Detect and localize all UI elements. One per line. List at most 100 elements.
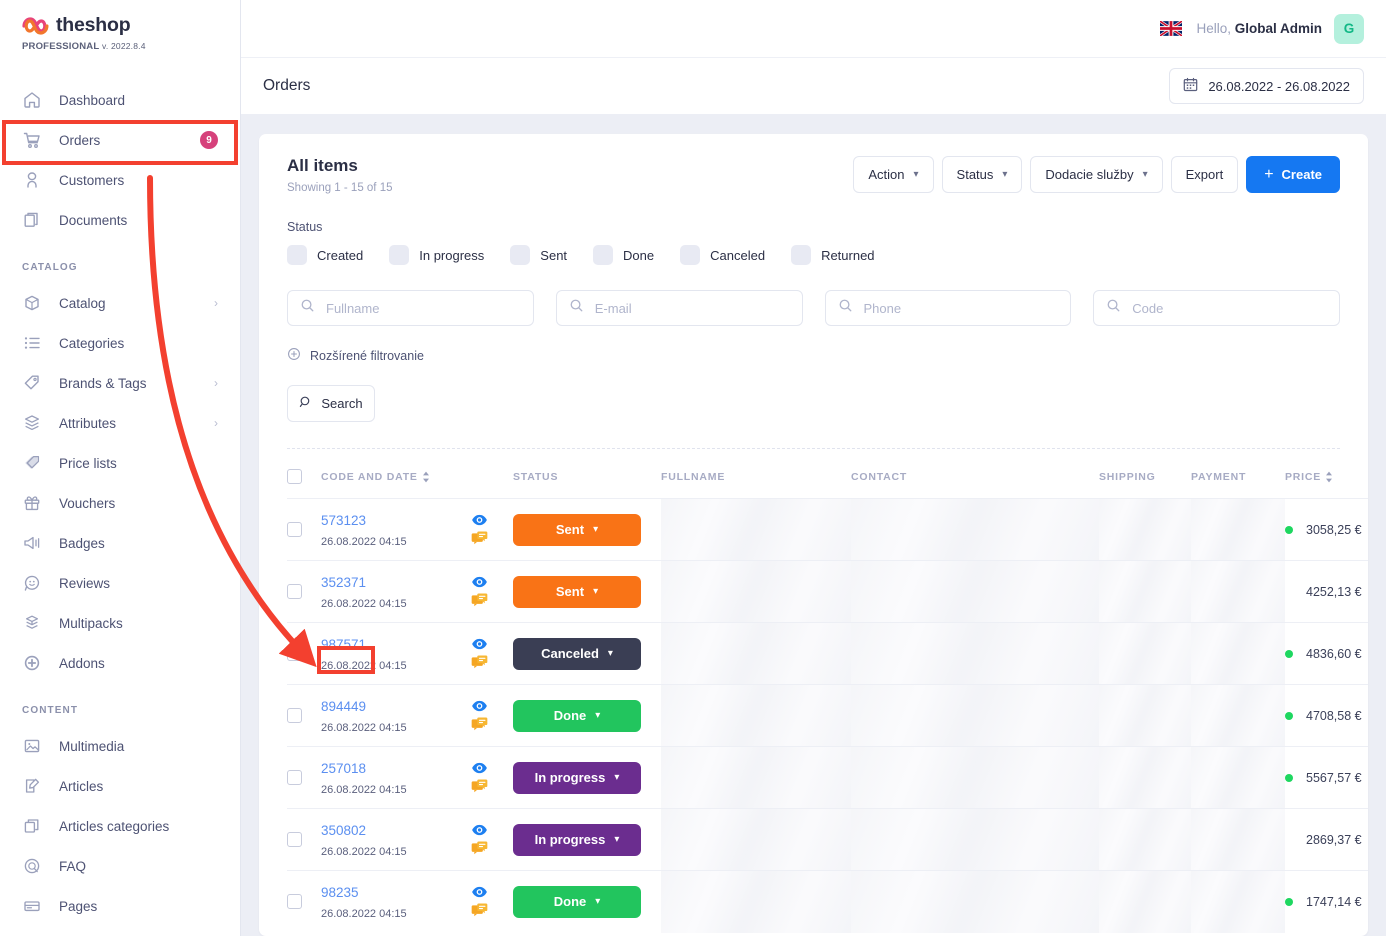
status-pill[interactable]: Canceled ▾ — [513, 637, 641, 670]
status-checkbox-sent[interactable]: Sent — [510, 245, 567, 265]
email-field[interactable] — [555, 290, 803, 326]
comment-icon[interactable] — [471, 841, 488, 855]
search-button[interactable]: Search — [287, 385, 375, 422]
status-pill[interactable]: In progress ▾ — [513, 823, 641, 856]
avatar[interactable]: G — [1334, 13, 1364, 44]
fullname-field[interactable] — [287, 290, 534, 326]
eye-icon[interactable] — [471, 762, 488, 774]
user-greeting: Hello, Global Admin — [1196, 21, 1322, 36]
row-checkbox[interactable] — [287, 584, 302, 599]
row-checkbox[interactable] — [287, 708, 302, 723]
order-code-link[interactable]: 894449 — [321, 699, 366, 715]
row-checkbox[interactable] — [287, 832, 302, 847]
order-code-link[interactable]: 352371 — [321, 575, 366, 591]
comment-icon[interactable] — [471, 779, 488, 793]
row-shipping-cell — [1099, 684, 1191, 747]
status-checkbox-in-progress[interactable]: In progress — [389, 245, 484, 265]
order-code-link[interactable]: 98235 — [321, 885, 359, 901]
search-input[interactable] — [326, 300, 521, 316]
sort-price[interactable]: PRICE — [1285, 471, 1333, 483]
checkbox-box[interactable] — [389, 245, 410, 265]
status-checkbox-created[interactable]: Created — [287, 245, 363, 265]
search-input[interactable] — [863, 300, 1059, 316]
comment-icon[interactable] — [471, 593, 488, 607]
date-range-picker[interactable]: 26.08.2022 - 26.08.2022 — [1169, 68, 1364, 104]
advanced-filter-toggle[interactable]: Rozšírené filtrovanie — [287, 347, 1340, 364]
status-pill[interactable]: Done ▾ — [513, 885, 641, 918]
checkbox-box[interactable] — [287, 245, 307, 265]
row-checkbox[interactable] — [287, 770, 302, 785]
eye-icon[interactable] — [471, 700, 488, 712]
sidebar-item-price-lists[interactable]: Price lists — [0, 443, 240, 483]
row-checkbox[interactable] — [287, 646, 302, 661]
table-row[interactable]: 350802 26.08.2022 04:15 In progress ▾ 2869,3… — [287, 808, 1368, 871]
sidebar-item-documents[interactable]: Documents — [0, 200, 240, 240]
table-row[interactable]: 352371 26.08.2022 04:15 Sent ▾ 4252,13 € — [287, 560, 1368, 623]
table-row[interactable]: 98235 26.08.2022 04:15 Done ▾ 1747,14 € — [287, 871, 1368, 933]
eye-icon[interactable] — [471, 886, 488, 898]
delivery-dropdown-button[interactable]: Dodacie služby ▾ — [1030, 156, 1163, 193]
sidebar-item-reviews[interactable]: Reviews — [0, 563, 240, 603]
sidebar-item-customers[interactable]: Customers — [0, 160, 240, 200]
checkbox-box[interactable] — [791, 245, 812, 265]
sidebar-item-orders[interactable]: Orders 9 — [0, 120, 240, 160]
action-dropdown-button[interactable]: Action ▾ — [853, 156, 934, 193]
sidebar-item-vouchers[interactable]: Vouchers — [0, 483, 240, 523]
row-payment-cell — [1191, 622, 1285, 685]
comment-icon[interactable] — [471, 531, 488, 545]
sidebar-item-attributes[interactable]: Attributes › — [0, 403, 240, 443]
order-price: 4708,58 € — [1306, 708, 1362, 723]
sidebar-item-addons[interactable]: Addons — [0, 643, 240, 683]
eye-icon[interactable] — [471, 514, 488, 526]
order-code-link[interactable]: 350802 — [321, 823, 366, 839]
eye-icon[interactable] — [471, 638, 488, 650]
eye-icon[interactable] — [471, 576, 488, 588]
order-code-link[interactable]: 573123 — [321, 513, 366, 529]
select-all-checkbox[interactable] — [287, 469, 302, 484]
sidebar-item-brands-tags[interactable]: Brands & Tags › — [0, 363, 240, 403]
sidebar-item-catalog[interactable]: Catalog › — [0, 283, 240, 323]
status-checkbox-done[interactable]: Done — [593, 245, 654, 265]
sidebar-item-faq[interactable]: FAQ — [0, 846, 240, 886]
status-pill[interactable]: Done ▾ — [513, 699, 641, 732]
sidebar-item-label: Dashboard — [59, 92, 126, 108]
status-pill[interactable]: Sent ▾ — [513, 575, 641, 608]
sidebar-item-multipacks[interactable]: Multipacks — [0, 603, 240, 643]
export-button[interactable]: Export — [1170, 156, 1239, 193]
sidebar-item-articles-categories[interactable]: Articles categories — [0, 806, 240, 846]
chevron-down-icon: ▾ — [1142, 169, 1148, 180]
row-checkbox[interactable] — [287, 522, 302, 537]
order-code-link[interactable]: 987571 — [321, 637, 366, 653]
eye-icon[interactable] — [471, 824, 488, 836]
status-pill[interactable]: Sent ▾ — [513, 513, 641, 546]
checkbox-box[interactable] — [593, 245, 614, 265]
checkbox-box[interactable] — [680, 245, 701, 265]
sidebar-item-multimedia[interactable]: Multimedia — [0, 726, 240, 766]
table-row[interactable]: 987571 26.08.2022 04:15 Canceled ▾ 4836,60 € — [287, 622, 1368, 685]
status-checkbox-canceled[interactable]: Canceled — [680, 245, 765, 265]
create-button[interactable]: + Create — [1246, 156, 1340, 193]
sidebar-item-pages[interactable]: Pages — [0, 886, 240, 926]
table-row[interactable]: 894449 26.08.2022 04:15 Done ▾ 4708,58 € — [287, 684, 1368, 747]
phone-field[interactable] — [824, 290, 1072, 326]
status-pill[interactable]: In progress ▾ — [513, 761, 641, 794]
uk-flag-icon[interactable] — [1159, 19, 1184, 38]
checkbox-box[interactable] — [510, 245, 531, 265]
comment-icon[interactable] — [471, 903, 488, 917]
sidebar-item-articles[interactable]: Articles — [0, 766, 240, 806]
sidebar-item-dashboard[interactable]: Dashboard — [0, 80, 240, 120]
sort-code-and-date[interactable]: CODE AND DATE — [321, 471, 430, 483]
table-row[interactable]: 257018 26.08.2022 04:15 In progress ▾ 5567,5… — [287, 746, 1368, 809]
sidebar-item-badges[interactable]: Badges — [0, 523, 240, 563]
row-checkbox[interactable] — [287, 894, 302, 910]
sidebar-item-categories[interactable]: Categories — [0, 323, 240, 363]
table-row[interactable]: 573123 26.08.2022 04:15 Sent ▾ 3058,25 € — [287, 498, 1368, 561]
status-checkbox-returned[interactable]: Returned — [791, 245, 875, 265]
status-dropdown-button[interactable]: Status ▾ — [941, 156, 1023, 193]
search-input[interactable] — [1132, 300, 1327, 316]
comment-icon[interactable] — [471, 655, 488, 669]
order-code-link[interactable]: 257018 — [321, 761, 366, 777]
search-input[interactable] — [594, 300, 790, 316]
comment-icon[interactable] — [471, 717, 488, 731]
code-field[interactable] — [1093, 290, 1340, 326]
